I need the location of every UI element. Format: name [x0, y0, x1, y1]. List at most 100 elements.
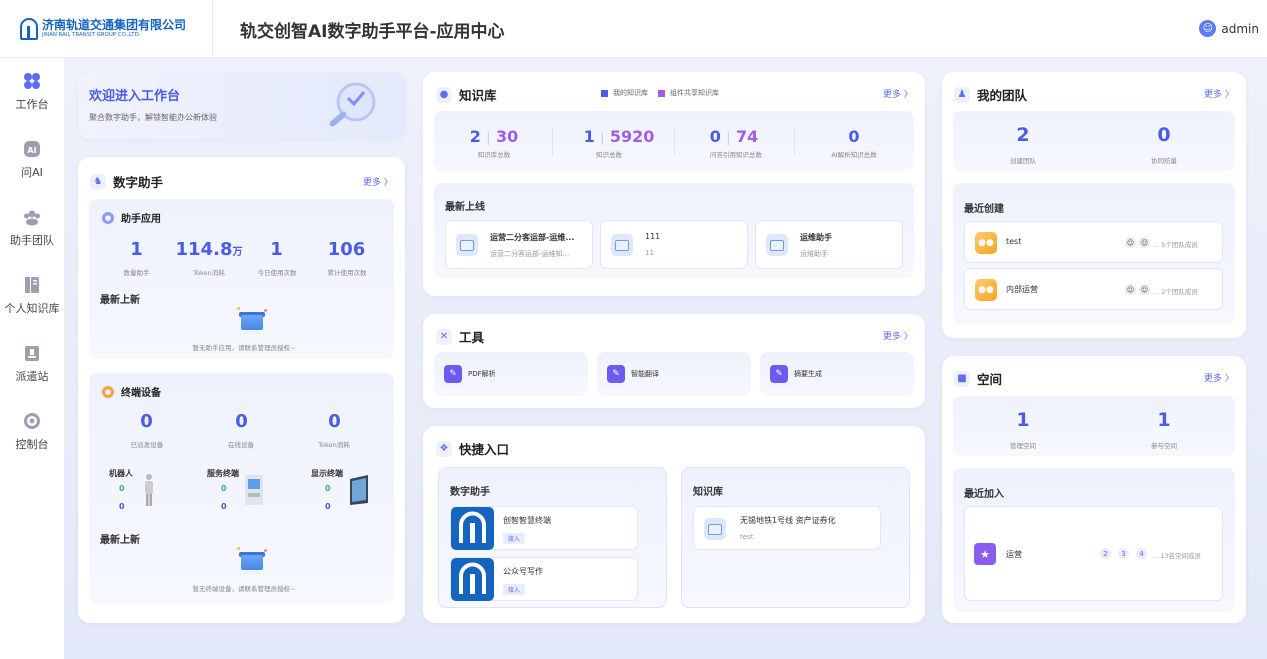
assistant-apps-header: ● 助手应用: [102, 210, 161, 225]
page-title: 轨交创智AI数字助手平台-应用中心: [240, 22, 505, 42]
sidebar-item-console[interactable]: 控制台: [0, 412, 64, 452]
svg-text:AI: AI: [27, 146, 36, 155]
stat-collab: 0: [1157, 124, 1171, 146]
tools-more-link[interactable]: 更多 〉: [883, 329, 913, 342]
sidebar-item-team[interactable]: 助手团队: [0, 208, 64, 248]
shortcut-assistant-item[interactable]: 创智智慧终端 接入: [450, 506, 638, 550]
legend-swatch-shared: [658, 89, 665, 97]
team-card-title: 我的团队: [977, 88, 1028, 103]
divider: [674, 127, 675, 155]
robot-count-a: 0: [119, 484, 125, 493]
stat-label: AI解析知识总数: [831, 151, 877, 159]
metro-logo-icon: [451, 558, 494, 601]
space-card: ■ 空间 更多 〉 1 管理空间 1 参与空间 最近加入 ★ 运营 2 3 4 …: [942, 356, 1246, 623]
apps-icon: ●: [102, 211, 114, 224]
logo-icon: [20, 18, 38, 40]
stat-assistant-count: 1: [130, 239, 143, 260]
team-recent-panel: 最近创建 ●● test ☺ ☺ ... 5个团队成员 ●● 内部运营 ☺ ☺ …: [953, 183, 1235, 325]
book-icon: [23, 276, 41, 294]
kb-item-desc: 运维助手: [800, 250, 828, 258]
company-logo[interactable]: 济南轨道交通集团有限公司 JINAN RAIL TRANSIT GROUP CO…: [0, 0, 213, 58]
ai-icon: AI: [23, 140, 41, 158]
tools-card-title: 工具: [459, 330, 485, 345]
shortcut-knowledge-title: 知识库: [693, 487, 723, 498]
dispatch-icon: [23, 344, 41, 362]
shortcut-assistant-item[interactable]: 公众号写作 接入: [450, 557, 638, 601]
sidebar-item-label: 问AI: [21, 166, 43, 179]
assistant-card: ♞ 数字助手 更多 〉 ● 助手应用 1 数量助手 114.8 万 Token消…: [78, 157, 405, 623]
sidebar-item-dispatch[interactable]: 派遣站: [0, 344, 64, 384]
team-name: 内部运营: [1006, 285, 1038, 294]
device-icon: ●: [102, 385, 114, 398]
team-stats-panel: 2 创建团队 0 协同纺量: [953, 111, 1235, 171]
space-name: 运营: [1006, 550, 1022, 559]
device-type-display: 显示终端: [311, 469, 343, 478]
user-name: admin: [1221, 21, 1259, 36]
assistant-apps-panel: ● 助手应用 1 数量助手 114.8 万 Token消耗 1 今日使用次数 1…: [89, 199, 394, 359]
space-item[interactable]: ★ 运营 2 3 4 ... 13名空间成员: [964, 506, 1223, 601]
stat-kb-count: 2 | 30: [469, 127, 519, 146]
sidebar-item-label: 工作台: [15, 98, 49, 111]
devices-empty-text: 暂无终端设备，请联系管理员授权~: [192, 585, 296, 593]
tools-icon: ✕: [436, 328, 452, 345]
team-card-header: ♟ 我的团队: [954, 85, 1027, 104]
kb-item-desc: 11: [645, 249, 654, 257]
member-avatar: 2: [1100, 548, 1111, 559]
empty-box-icon: [237, 547, 267, 571]
team-item[interactable]: ●● test ☺ ☺ ... 5个团队成员: [964, 221, 1223, 263]
shortcuts-card-title: 快捷入口: [459, 442, 510, 457]
shortcut-knowledge-panel: 知识库 无锡地铁1号线 资产证券化 test: [681, 467, 910, 608]
team-item[interactable]: ●● 内部运营 ☺ ☺ ... 2个团队成员: [964, 268, 1223, 310]
robot-icon: [145, 474, 153, 506]
member-avatar: ☺: [1125, 237, 1136, 248]
sidebar-item-label: 控制台: [15, 438, 49, 451]
team-more-link[interactable]: 更多 〉: [1204, 87, 1234, 100]
grid-icon: ❖: [436, 440, 452, 457]
assistant-more-link[interactable]: 更多 〉: [363, 175, 393, 188]
kb-latest-item[interactable]: 111 11: [600, 220, 748, 269]
stat-label: 数量助手: [123, 269, 150, 277]
assistant-icon: ♞: [90, 173, 106, 190]
shortcut-kb-item[interactable]: 无锡地铁1号线 资产证券化 test: [693, 506, 881, 550]
kb-latest-item[interactable]: 运营二分客运部-运维... 运营二分客运部-运维知...: [445, 220, 593, 269]
space-member-count: ... 13名空间成员: [1152, 552, 1202, 560]
knowledge-latest-panel: 最新上线 运营二分客运部-运维... 运营二分客运部-运维知... 111 11…: [434, 183, 914, 278]
tool-item-pdf[interactable]: ✎ PDF解析: [434, 352, 588, 396]
user-menu[interactable]: ☺ admin: [1199, 20, 1259, 37]
stat-label: 问答引用知识总数: [710, 151, 762, 159]
display-screen-icon: [350, 475, 368, 505]
sidebar-item-knowledge[interactable]: 个人知识库: [0, 276, 64, 316]
logo-en-text: JINAN RAIL TRANSIT GROUP CO.,LTD.: [42, 32, 141, 39]
welcome-title: 欢迎进入工作台: [89, 89, 181, 104]
shortcuts-card-header: ❖ 快捷入口: [436, 439, 509, 458]
space-more-link[interactable]: 更多 〉: [1204, 371, 1234, 384]
knowledge-card-header: ● 知识库: [436, 85, 497, 104]
stat-label: 已派发设备: [130, 441, 164, 449]
stat-managed-spaces: 1: [1016, 409, 1030, 431]
stat-kb-count-mine: 2: [469, 127, 481, 146]
sidebar-item-ask-ai[interactable]: AI 问AI: [0, 140, 64, 180]
knowledge-card: ● 知识库 我的知识库 组件共享知识库 更多 〉 2 | 30 知识库总数 1 …: [423, 72, 925, 296]
sidebar-item-workbench[interactable]: 工作台: [0, 72, 64, 112]
stat-joined-spaces: 1: [1157, 409, 1171, 431]
knowledge-more-link[interactable]: 更多 〉: [883, 87, 913, 100]
assistant-card-header: ♞ 数字助手: [90, 172, 163, 191]
stat-today: 1: [270, 239, 283, 260]
space-card-title: 空间: [977, 372, 1003, 387]
stat-ai-parsed: 0: [848, 127, 860, 146]
tools-card: ✕ 工具 更多 〉 ✎ PDF解析 ✎ 智能翻译 ✎ 摘要生成: [423, 314, 925, 408]
tool-item-summary[interactable]: ✎ 摘要生成: [760, 352, 914, 396]
welcome-subtitle: 聚合数字助手，解锁智能办公新体验: [89, 113, 217, 122]
legend-label-mine: 我的知识库: [613, 89, 648, 97]
wand-icon: ✎: [607, 365, 625, 383]
tool-item-translate[interactable]: ✎ 智能翻译: [597, 352, 751, 396]
space-card-header: ■ 空间: [954, 369, 1002, 388]
knowledge-latest-title: 最新上线: [445, 202, 485, 213]
display-count-b: 0: [325, 502, 331, 511]
stat-label: 创建团队: [1010, 157, 1036, 165]
tool-label: 摘要生成: [794, 370, 822, 378]
device-type-service: 服务终端: [207, 469, 239, 478]
shortcut-assistant-title: 数字助手: [450, 487, 490, 498]
kb-latest-item[interactable]: 运维助手 运维助手: [755, 220, 903, 269]
sidebar-item-label: 个人知识库: [4, 302, 60, 315]
